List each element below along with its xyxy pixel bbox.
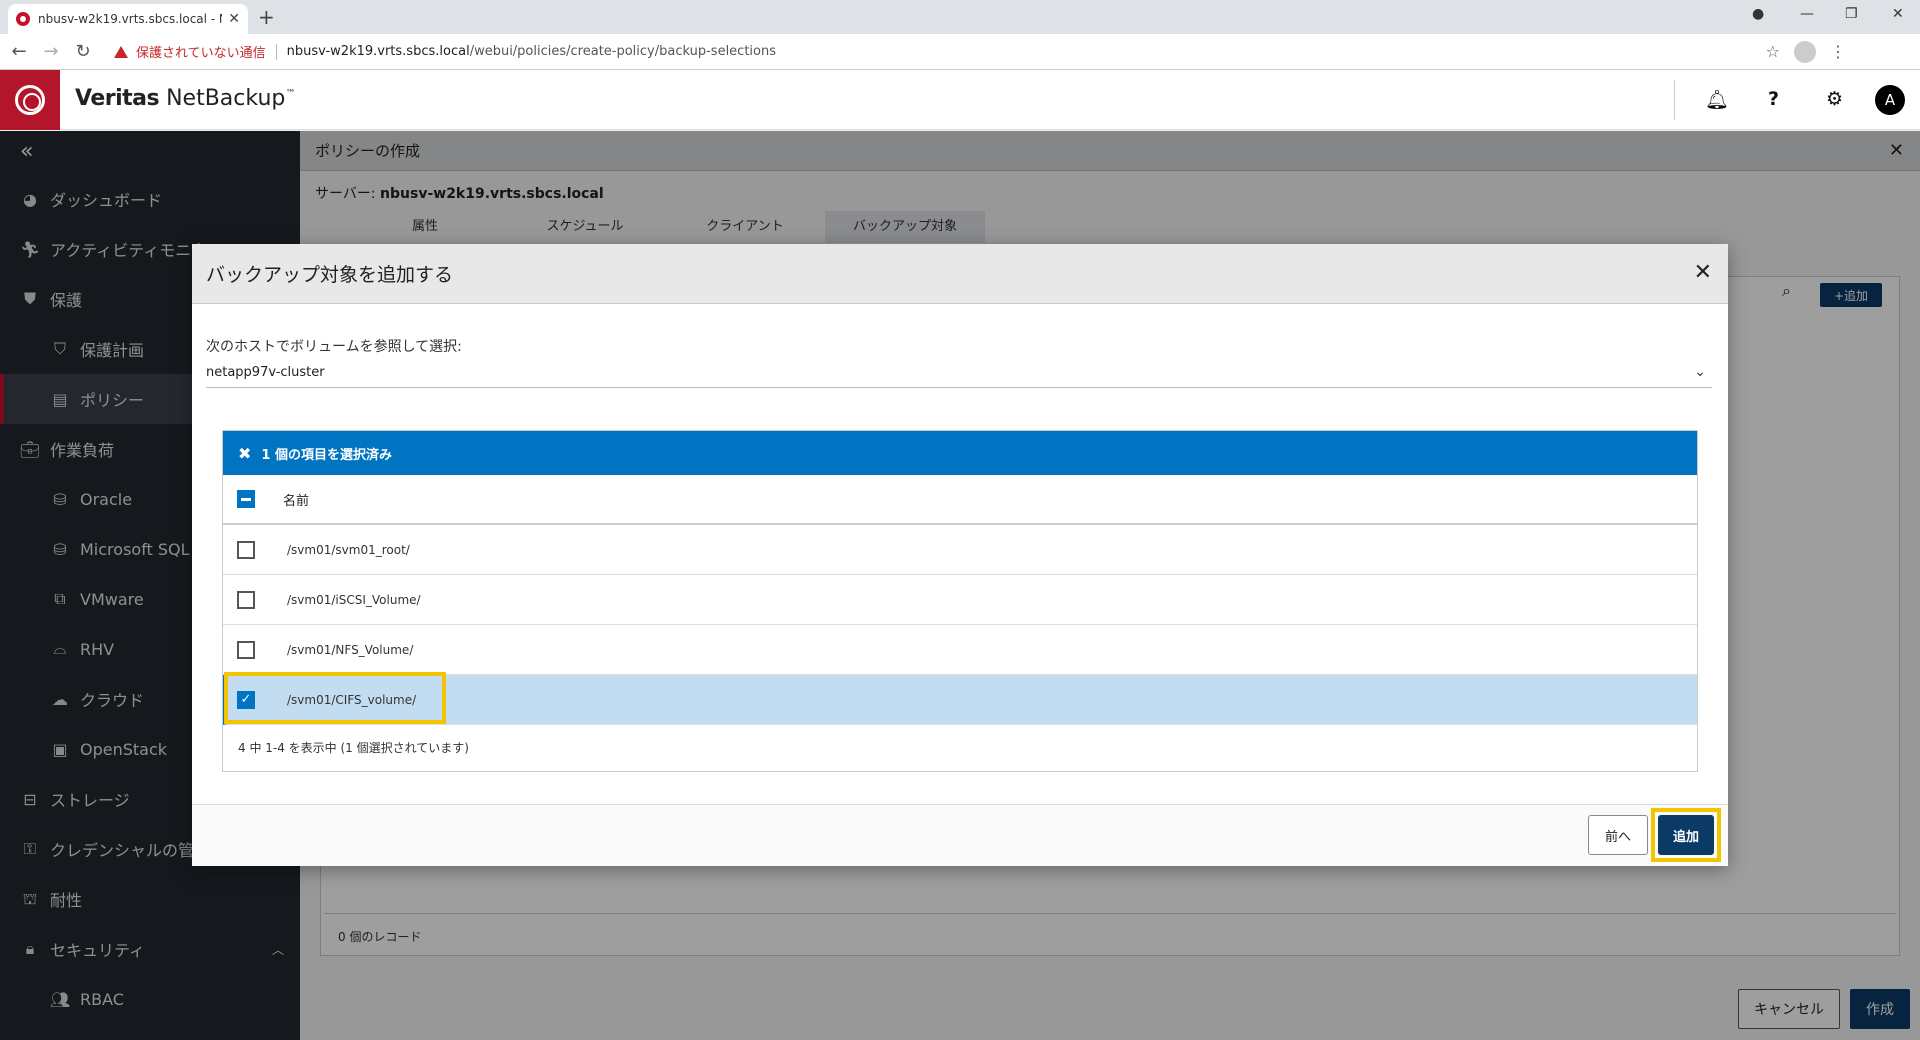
- brand-title: Veritas NetBackup™: [75, 86, 295, 111]
- brand-bold: Veritas: [75, 86, 160, 111]
- volume-path: /svm01/CIFS_volume/: [287, 692, 417, 707]
- forward-icon[interactable]: →: [38, 41, 64, 62]
- favicon-icon: [16, 12, 30, 26]
- url-text: nbusv-w2k19.vrts.sbcs.local/webui/polici…: [287, 44, 776, 59]
- brand-tm: ™: [285, 88, 296, 100]
- close-tab-icon[interactable]: ✕: [228, 11, 240, 27]
- logo-icon: [15, 85, 45, 115]
- browser-tab[interactable]: nbusv-w2k19.vrts.sbcs.local - Net ✕: [8, 4, 248, 34]
- selection-banner: ✖ 1 個の項目を選択済み: [223, 431, 1697, 475]
- dialog-footer: 前へ 追加: [192, 804, 1728, 866]
- restore-icon[interactable]: ❐: [1845, 6, 1858, 22]
- brand-rest: NetBackup: [159, 86, 286, 111]
- pagination-info: 4 中 1-4 を表示中 (1 個選択されています): [238, 740, 469, 755]
- volume-path: /svm01/svm01_root/: [287, 542, 410, 557]
- table-row[interactable]: /svm01/svm01_root/: [223, 525, 1697, 575]
- host-label: 次のホストでボリュームを参照して選択:: [206, 339, 462, 355]
- table-row[interactable]: /svm01/NFS_Volume/: [223, 625, 1697, 675]
- row-checkbox[interactable]: [237, 540, 255, 559]
- header-divider: [1674, 80, 1675, 120]
- url-host: nbusv-w2k19.vrts.sbcs.local: [286, 44, 470, 59]
- row-checkbox-checked[interactable]: ✓: [237, 690, 255, 709]
- select-all-checkbox[interactable]: [237, 490, 255, 508]
- table-row[interactable]: /svm01/iSCSI_Volume/: [223, 575, 1697, 625]
- column-name-header[interactable]: 名前: [283, 490, 309, 509]
- reload-icon[interactable]: ↻: [70, 41, 96, 62]
- security-warning[interactable]: 保護されていない通信: [136, 42, 266, 61]
- close-icon[interactable]: ✕: [1694, 260, 1712, 285]
- tab-title: nbusv-w2k19.vrts.sbcs.local - Net: [38, 12, 223, 26]
- new-tab-icon[interactable]: +: [258, 5, 275, 29]
- volume-table: ✖ 1 個の項目を選択済み 名前 /svm01/svm01_root/ /svm…: [222, 430, 1698, 772]
- bell-icon[interactable]: 🔔︎: [1705, 88, 1729, 111]
- account-icon[interactable]: [1794, 40, 1816, 63]
- profile-menu-icon[interactable]: ●: [1752, 6, 1764, 22]
- url-input[interactable]: 保護されていない通信 nbusv-w2k19.vrts.sbcs.local/w…: [106, 37, 1854, 66]
- warning-icon: [114, 45, 128, 58]
- selection-count: 1 個の項目を選択済み: [261, 447, 392, 463]
- more-menu-icon[interactable]: ⋮: [1830, 42, 1846, 61]
- volume-path: /svm01/iSCSI_Volume/: [287, 592, 421, 607]
- gear-icon[interactable]: ⚙: [1826, 88, 1843, 110]
- dialog-title: バックアップ対象を追加する: [192, 244, 1728, 304]
- clear-selection-icon[interactable]: ✖: [238, 444, 251, 463]
- add-button[interactable]: 追加: [1658, 815, 1714, 855]
- host-value: netapp97v-cluster: [206, 365, 325, 380]
- row-checkbox[interactable]: [237, 590, 255, 609]
- avatar[interactable]: A: [1875, 85, 1905, 115]
- app-header: Veritas NetBackup™ 🔔︎ ? ⚙ A: [0, 70, 1920, 130]
- row-checkbox[interactable]: [237, 640, 255, 659]
- bookmark-star-icon[interactable]: ☆: [1766, 42, 1780, 61]
- browser-tabbar: nbusv-w2k19.vrts.sbcs.local - Net ✕ + ● …: [0, 0, 1920, 34]
- minimize-icon[interactable]: —: [1800, 6, 1814, 22]
- back-icon[interactable]: ←: [6, 41, 32, 62]
- volume-path: /svm01/NFS_Volume/: [287, 642, 414, 657]
- divider: [275, 43, 277, 60]
- window-close-icon[interactable]: ✕: [1892, 6, 1904, 22]
- previous-button[interactable]: 前へ: [1588, 815, 1648, 855]
- help-icon[interactable]: ?: [1768, 88, 1779, 110]
- table-row-selected[interactable]: ✓ /svm01/CIFS_volume/: [223, 672, 1697, 725]
- host-select[interactable]: netapp97v-cluster ⌄: [206, 358, 1712, 388]
- add-backup-selection-dialog: バックアップ対象を追加する ✕ 次のホストでボリュームを参照して選択: neta…: [192, 244, 1728, 866]
- veritas-logo[interactable]: [0, 70, 60, 130]
- address-bar: ← → ↻ 保護されていない通信 nbusv-w2k19.vrts.sbcs.l…: [0, 34, 1920, 70]
- chevron-down-icon: ⌄: [1694, 364, 1706, 380]
- table-header: 名前: [223, 475, 1697, 525]
- url-path: /webui/policies/create-policy/backup-sel…: [469, 44, 777, 59]
